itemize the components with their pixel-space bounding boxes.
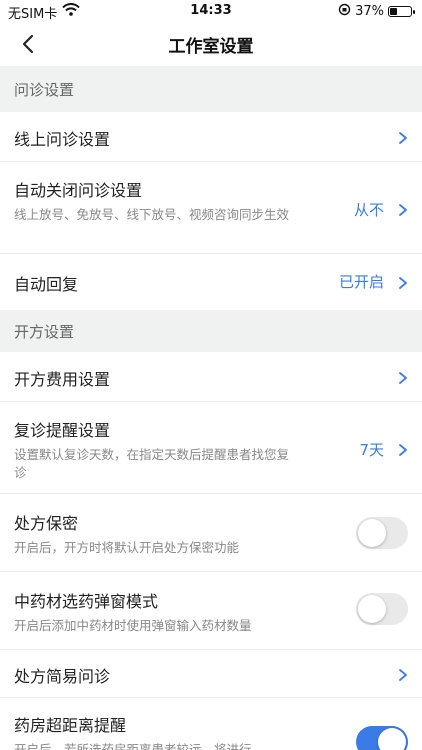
auto-reply-value: 已开启 bbox=[338, 273, 384, 291]
row-auto-reply[interactable]: 自动回复 已开启 bbox=[0, 254, 422, 310]
battery-icon bbox=[388, 6, 415, 17]
row-label: 开方费用设置 bbox=[14, 370, 111, 389]
nav-bar: 工作室设置 bbox=[0, 22, 422, 66]
row-label: 自动关闭问诊设置 bbox=[14, 181, 143, 200]
followup-days-value: 7天 bbox=[359, 441, 384, 459]
row-label: 处方简易问诊 bbox=[14, 667, 111, 686]
row-description: 开启后添加中药材时使用弹窗输入药材数量 bbox=[14, 618, 252, 633]
row-online-consult[interactable]: 线上问诊设置 bbox=[0, 112, 422, 162]
orientation-lock-icon bbox=[338, 3, 351, 20]
rx-secret-toggle[interactable] bbox=[356, 517, 408, 549]
row-rx-simple[interactable]: 处方简易问诊 bbox=[0, 650, 422, 698]
row-herb-popup: 中药材选药弹窗模式 开启后添加中药材时使用弹窗输入药材数量 bbox=[0, 572, 422, 650]
toggle-knob bbox=[358, 519, 386, 547]
chevron-right-icon bbox=[398, 442, 408, 456]
row-description: 线上放号、免放号、线下放号、视频咨询同步生效 bbox=[14, 207, 290, 222]
row-label: 药房超距离提醒 bbox=[14, 716, 127, 735]
chevron-right-icon bbox=[398, 370, 408, 384]
chevron-right-icon bbox=[398, 130, 408, 144]
chevron-right-icon bbox=[398, 202, 408, 216]
chevron-right-icon bbox=[398, 275, 408, 289]
section-header-prescription: 开方设置 bbox=[0, 310, 422, 352]
toggle-knob bbox=[358, 595, 386, 623]
row-rx-fee[interactable]: 开方费用设置 bbox=[0, 352, 422, 402]
page-title: 工作室设置 bbox=[168, 37, 254, 57]
row-label: 处方保密 bbox=[14, 514, 79, 533]
herb-popup-toggle[interactable] bbox=[356, 593, 408, 625]
pharmacy-distance-toggle[interactable] bbox=[356, 726, 408, 750]
battery-percent: 37% bbox=[355, 4, 384, 19]
row-followup[interactable]: 复诊提醒设置 设置默认复诊天数，在指定天数后提醒患者找您复诊 7天 bbox=[0, 402, 422, 494]
row-label: 线上问诊设置 bbox=[14, 130, 111, 149]
row-label: 复诊提醒设置 bbox=[14, 421, 111, 440]
row-label: 中药材选药弹窗模式 bbox=[14, 592, 159, 611]
chevron-right-icon bbox=[398, 667, 408, 681]
row-description: 开启后，若所选药房距离患者较远，将进行 bbox=[14, 742, 252, 750]
row-description: 设置默认复诊天数，在指定天数后提醒患者找您复诊 bbox=[14, 447, 290, 480]
row-pharmacy-distance: 药房超距离提醒 开启后，若所选药房距离患者较远，将进行 bbox=[0, 698, 422, 750]
row-rx-secret: 处方保密 开启后，开方时将默认开启处方保密功能 bbox=[0, 494, 422, 572]
toggle-knob bbox=[378, 728, 406, 750]
auto-close-value: 从不 bbox=[353, 201, 384, 219]
section-header-consult: 问诊设置 bbox=[0, 66, 422, 112]
row-auto-close[interactable]: 自动关闭问诊设置 线上放号、免放号、线下放号、视频咨询同步生效 从不 bbox=[0, 162, 422, 254]
row-description: 开启后，开方时将默认开启处方保密功能 bbox=[14, 540, 240, 555]
status-bar: 无SIM卡 14:33 37% bbox=[0, 0, 422, 22]
row-label: 自动回复 bbox=[14, 275, 79, 294]
